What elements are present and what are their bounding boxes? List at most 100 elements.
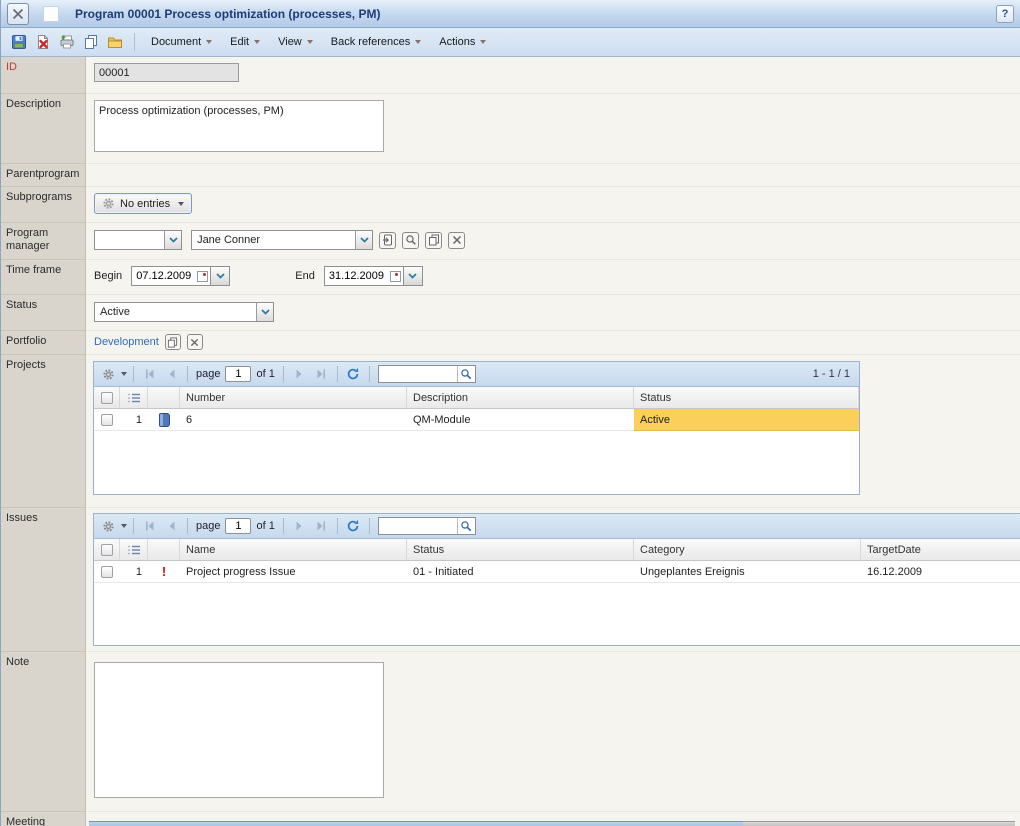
projects-grid-toolbar: page of 1 [94,362,859,387]
column-header-category[interactable]: Category [634,539,861,560]
delete-document-button[interactable] [31,31,55,53]
row-id: ID [1,57,1020,94]
begin-date-input[interactable] [132,268,194,284]
row-checkbox[interactable] [101,414,113,426]
last-page-button[interactable] [312,517,331,536]
note-field[interactable] [94,662,384,798]
note-label: Note [1,652,86,812]
print-button[interactable] [55,31,79,53]
search-person-button[interactable] [402,232,419,249]
prev-page-button[interactable] [162,517,181,536]
column-header-status[interactable]: Status [634,387,859,408]
refresh-icon [346,519,360,533]
projects-table-row[interactable]: 1 6 QM-Module Active [94,409,859,431]
toolbar-separator [337,518,338,534]
chevron-down-icon [178,202,184,206]
row-subprograms: Subprograms No entries [1,187,1020,223]
cell-number: 6 [180,409,407,431]
cell-status: Active [634,409,859,431]
clear-portfolio-button[interactable] [187,334,203,350]
column-header-description[interactable]: Description [407,387,634,408]
row-index: 1 [120,409,148,431]
refresh-button[interactable] [344,517,363,536]
next-page-button[interactable] [290,517,309,536]
column-header-number[interactable]: Number [180,387,407,408]
calendar-icon[interactable] [390,271,401,282]
select-all-checkbox[interactable] [101,392,113,404]
copy-button[interactable] [79,31,103,53]
search-icon[interactable] [457,518,475,534]
search-icon[interactable] [457,366,475,382]
issues-label: Issues [1,508,86,652]
close-button[interactable] [7,3,29,25]
toolbar-separator [134,33,135,51]
select-all-checkbox[interactable] [101,544,113,556]
gear-icon [102,520,115,533]
save-button[interactable] [7,31,31,53]
chevron-down-icon [256,303,273,321]
scrollbar-partial[interactable] [743,821,1015,826]
end-date-input[interactable] [325,268,387,284]
prev-page-button[interactable] [162,365,181,384]
goto-document-button[interactable] [379,232,396,249]
row-description: Description Process optimization (proces… [1,94,1020,164]
menu-actions[interactable]: Actions [430,33,495,51]
portfolio-link[interactable]: Development [94,336,159,348]
toolbar-separator [369,366,370,382]
grid-settings-button[interactable] [99,365,118,384]
grid-search-input[interactable] [379,366,457,382]
menu-back-references[interactable]: Back references [322,33,430,51]
gear-icon [102,197,115,210]
menu-edit-label: Edit [230,36,249,48]
toolbar-separator [337,366,338,382]
last-page-button[interactable] [312,365,331,384]
column-header-status[interactable]: Status [407,539,634,560]
print-icon [59,34,75,50]
page-of-label: of 1 [254,520,276,532]
column-header-targetdate[interactable]: TargetDate [861,539,1020,560]
manager-person-select[interactable]: Jane Conner [191,230,373,250]
row-checkbox[interactable] [101,566,113,578]
manager-person-value: Jane Conner [192,231,355,249]
delete-document-icon [35,34,51,50]
projects-grid: page of 1 [93,361,860,495]
issues-table-row[interactable]: 1 ! Project progress Issue 01 - Initiate… [94,561,1020,583]
manager-role-select[interactable] [94,230,182,250]
chevron-down-icon [307,40,313,44]
clear-person-button[interactable] [448,232,465,249]
help-button[interactable]: ? [996,5,1014,23]
program-manager-label: Program manager [1,223,86,260]
toolbar-separator [133,518,134,534]
status-select[interactable]: Active [94,302,274,322]
paste-portfolio-button[interactable] [165,334,181,350]
description-label: Description [1,94,86,164]
grid-settings-button[interactable] [99,517,118,536]
folder-button[interactable] [103,31,127,53]
module-book-icon [159,413,170,427]
calendar-icon[interactable] [197,271,208,282]
cell-description: QM-Module [407,409,634,431]
page-input[interactable] [225,518,251,534]
description-field[interactable]: Process optimization (processes, PM) [94,100,384,152]
page-input[interactable] [225,366,251,382]
grid-search-input[interactable] [379,518,457,534]
first-page-button[interactable] [140,365,159,384]
menu-document[interactable]: Document [142,33,221,51]
menu-view[interactable]: View [269,33,322,51]
menu-edit[interactable]: Edit [221,33,269,51]
paste-person-button[interactable] [425,232,442,249]
chevron-down-icon [206,40,212,44]
column-header-name[interactable]: Name [180,539,407,560]
first-page-button[interactable] [140,517,159,536]
row-number-column-icon [120,539,148,560]
begin-date-dropdown-button[interactable] [211,266,230,286]
subprograms-button[interactable]: No entries [94,193,192,214]
refresh-button[interactable] [344,365,363,384]
next-page-button[interactable] [290,365,309,384]
folder-icon [107,34,123,50]
id-field[interactable] [94,63,239,82]
toolbar-separator [283,518,284,534]
end-date-dropdown-button[interactable] [404,266,423,286]
meeting-grid-toolbar-partial [89,821,743,826]
row-meeting: Meeting [1,812,1020,826]
